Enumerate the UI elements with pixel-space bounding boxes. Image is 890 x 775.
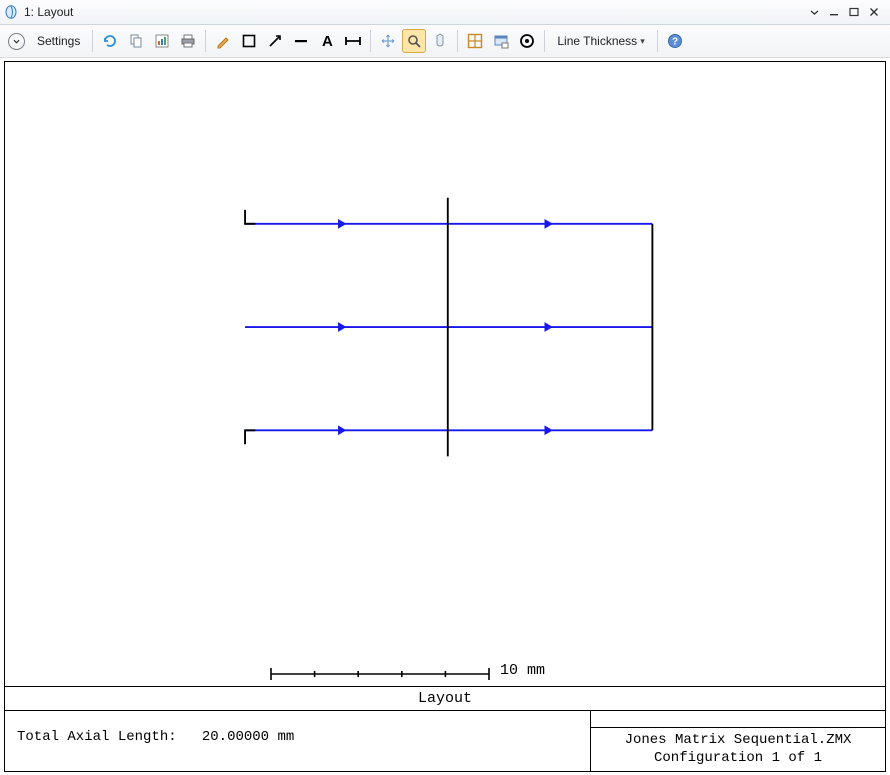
toolbar-separator <box>370 30 371 52</box>
fit-window-button[interactable] <box>463 29 487 53</box>
expand-settings-button[interactable] <box>4 29 28 53</box>
toolbar: Settings <box>0 25 890 58</box>
dimension-tool-button[interactable] <box>341 29 365 53</box>
minimize-button[interactable] <box>824 2 844 22</box>
target-button[interactable] <box>515 29 539 53</box>
scale-label: 10 mm <box>500 662 545 679</box>
toolbar-separator <box>544 30 545 52</box>
pan-tool-button[interactable] <box>376 29 400 53</box>
window-options-button[interactable] <box>489 29 513 53</box>
titlebar: 1: Layout <box>0 0 890 25</box>
ray-diagram <box>5 62 885 620</box>
maximize-button[interactable] <box>844 2 864 22</box>
copy-button[interactable] <box>124 29 148 53</box>
text-tool-button[interactable]: A <box>315 29 339 53</box>
scale-bar <box>267 664 493 684</box>
toolbar-separator <box>457 30 458 52</box>
total-axial-length: Total Axial Length: 20.00000 mm <box>5 711 590 771</box>
line-thickness-label: Line Thickness <box>557 34 637 48</box>
arrow-tool-button[interactable] <box>263 29 287 53</box>
dropdown-button[interactable] <box>804 2 824 22</box>
print-button[interactable] <box>176 29 200 53</box>
help-button[interactable]: ? <box>663 29 687 53</box>
letter-a-icon: A <box>322 33 333 50</box>
pencil-tool-button[interactable] <box>211 29 235 53</box>
svg-text:?: ? <box>672 37 678 48</box>
close-button[interactable] <box>864 2 884 22</box>
line-thickness-dropdown[interactable]: Line Thickness ▾ <box>550 29 651 53</box>
rotate-tool-button[interactable] <box>428 29 452 53</box>
line-tool-button[interactable] <box>289 29 313 53</box>
info-empty-cell <box>591 711 885 727</box>
file-config-cell: Jones Matrix Sequential.ZMX Configuratio… <box>591 727 885 771</box>
toolbar-separator <box>205 30 206 52</box>
zoom-tool-button[interactable] <box>402 29 426 53</box>
layout-title: Layout <box>5 686 885 711</box>
layout-canvas[interactable]: 10 mm Layout Total Axial Length: 20.0000… <box>4 61 886 772</box>
refresh-button[interactable] <box>98 29 122 53</box>
toolbar-separator <box>657 30 658 52</box>
info-panel: Total Axial Length: 20.00000 mm Jones Ma… <box>5 711 885 771</box>
window-title: 1: Layout <box>24 5 73 19</box>
save-chart-button[interactable] <box>150 29 174 53</box>
rectangle-tool-button[interactable] <box>237 29 261 53</box>
app-icon <box>4 4 20 20</box>
settings-button[interactable]: Settings <box>30 29 87 53</box>
toolbar-separator <box>92 30 93 52</box>
chevron-down-icon: ▾ <box>640 36 645 47</box>
